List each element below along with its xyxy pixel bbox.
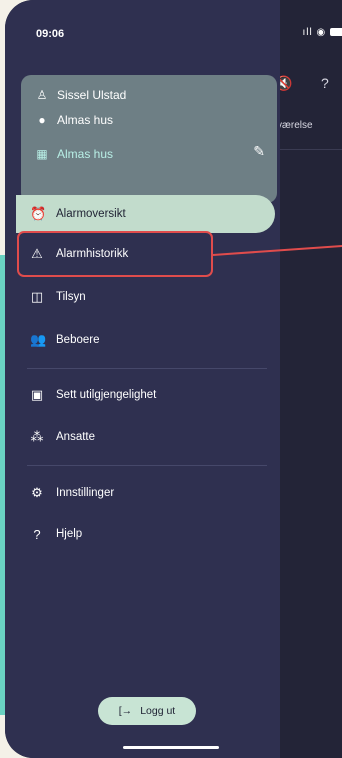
menu-item-innstillinger[interactable]: ⚙ Innstillinger xyxy=(16,474,275,512)
home-indicator[interactable] xyxy=(123,746,219,749)
app-behind-drawer: 🔇 ? værelse xyxy=(275,0,342,758)
profile-unit: Almas hus xyxy=(57,147,114,161)
highlight-box xyxy=(17,231,213,277)
staff-icon: ⁂ xyxy=(30,429,44,444)
menu-item-label: Beboere xyxy=(56,334,100,346)
battery-icon xyxy=(330,28,342,37)
menu-item-alarmoversikt[interactable]: ⏰ Alarmoversikt xyxy=(16,195,275,233)
menu-divider xyxy=(27,465,267,466)
menu-item-beboere[interactable]: 👥 Beboere xyxy=(16,321,275,359)
menu-item-label: Tilsyn xyxy=(56,291,86,303)
logout-button[interactable]: [→ Logg ut xyxy=(98,697,196,725)
monitor-icon: ◫ xyxy=(30,289,44,304)
group-icon: 👥 xyxy=(30,332,47,347)
menu-item-label: Innstillinger xyxy=(56,487,115,499)
behind-room-label: værelse xyxy=(277,120,313,131)
logout-label: Logg ut xyxy=(140,705,176,717)
profile-name: Sissel Ulstad xyxy=(57,88,127,102)
signal-icon: ıll xyxy=(302,27,313,38)
profile-location: Almas hus xyxy=(57,113,114,127)
location-pin-icon: ● xyxy=(38,113,46,127)
menu-divider xyxy=(27,368,267,369)
menu-item-label: Hjelp xyxy=(56,528,83,540)
settings-gear-icon: ⚙ xyxy=(31,485,43,500)
menu-item-hjelp[interactable]: ? Hjelp xyxy=(16,515,275,553)
calendar-x-icon: ▣ xyxy=(30,387,44,402)
menu-item-label: Alarmoversikt xyxy=(56,208,126,220)
building-icon: ▦ xyxy=(36,147,48,161)
logout-icon: [→ xyxy=(118,705,133,717)
help-icon: ? xyxy=(33,526,41,542)
profile-card: ♙ Sissel Ulstad ● Almas hus ▦ Almas hus … xyxy=(21,75,277,203)
edit-pencil-icon[interactable]: ✎ xyxy=(253,143,265,160)
phone-screen: 🔇 ? værelse 09:06 ıll ◉ ♙ Sissel Ulstad … xyxy=(5,0,342,758)
wifi-icon: ◉ xyxy=(316,27,327,38)
menu-item-label: Sett utilgjengelighet xyxy=(56,389,157,401)
menu-item-label: Ansatte xyxy=(56,431,95,443)
profile-name-row: ♙ Sissel Ulstad xyxy=(35,88,127,102)
person-icon: ♙ xyxy=(36,88,48,102)
status-icons: ıll ◉ xyxy=(302,27,342,38)
menu-item-sett-utilgjengelighet[interactable]: ▣ Sett utilgjengelighet xyxy=(16,376,275,414)
status-time: 09:06 xyxy=(36,28,65,40)
profile-location-row: ● Almas hus xyxy=(35,113,113,127)
menu-item-ansatte[interactable]: ⁂ Ansatte xyxy=(16,418,275,456)
profile-unit-row[interactable]: ▦ Almas hus xyxy=(35,147,113,161)
menu-item-tilsyn[interactable]: ◫ Tilsyn xyxy=(16,278,275,316)
help-circle-icon[interactable]: ? xyxy=(321,75,329,91)
alarm-bell-icon: ⏰ xyxy=(30,206,47,221)
